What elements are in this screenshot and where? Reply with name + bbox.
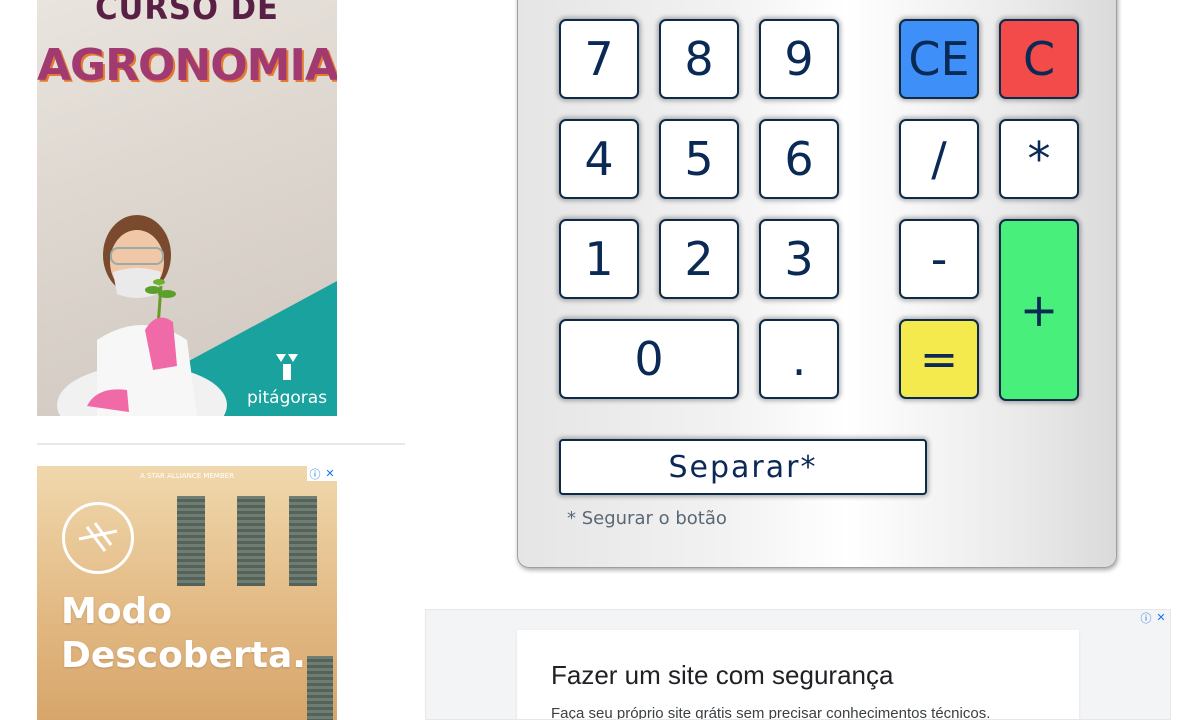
key-2[interactable]: 2 xyxy=(659,219,739,299)
multiply-button[interactable]: * xyxy=(999,119,1079,199)
close-icon[interactable]: ✕ xyxy=(325,467,334,480)
separate-button[interactable]: Separar* xyxy=(559,439,927,495)
slogan-line1: Modo xyxy=(61,591,173,632)
key-5[interactable]: 5 xyxy=(659,119,739,199)
bottom-ad[interactable]: ⓘ ✕ Fazer um site com segurança Faça seu… xyxy=(425,609,1171,720)
clear-entry-button[interactable]: CE xyxy=(899,19,979,99)
bottom-ad-controls[interactable]: ⓘ ✕ xyxy=(1138,610,1168,625)
minus-button[interactable]: - xyxy=(899,219,979,299)
airline-logo xyxy=(62,502,134,574)
ad-headline-line1: CURSO DE xyxy=(95,0,279,28)
ad-title[interactable]: Fazer um site com segurança xyxy=(551,660,893,691)
info-icon[interactable]: ⓘ xyxy=(1140,610,1151,626)
slogan-line2: Descoberta. xyxy=(61,635,306,676)
window-shutter xyxy=(177,496,205,586)
calculator-panel: 7 8 9 CE C 4 5 6 / * 1 2 3 - + 0 . = Sep… xyxy=(517,0,1117,568)
ad-card[interactable]: Fazer um site com segurança Faça seu pró… xyxy=(517,630,1079,720)
close-icon[interactable]: ✕ xyxy=(1156,611,1165,624)
key-8[interactable]: 8 xyxy=(659,19,739,99)
window-shutter xyxy=(289,496,317,586)
ad-headline-line2: AGRONOMIA xyxy=(37,40,337,91)
key-9[interactable]: 9 xyxy=(759,19,839,99)
pitagoras-mark-icon xyxy=(276,354,298,380)
ad-slogan: Modo Descoberta. xyxy=(61,590,306,678)
key-6[interactable]: 6 xyxy=(759,119,839,199)
key-3[interactable]: 3 xyxy=(759,219,839,299)
window-shutter xyxy=(307,656,333,720)
equals-button[interactable]: = xyxy=(899,319,979,399)
plus-button[interactable]: + xyxy=(999,219,1079,401)
clear-button[interactable]: C xyxy=(999,19,1079,99)
decimal-button[interactable]: . xyxy=(759,319,839,399)
separate-hint: * Segurar o botão xyxy=(567,508,727,529)
ad-description: Faça seu próprio site grátis sem precisa… xyxy=(551,705,991,720)
brand-name: pitágoras xyxy=(247,388,328,408)
window-shutter xyxy=(237,496,265,586)
agronomia-ad[interactable]: CURSO DE AGRONOMIA pitágoras xyxy=(37,0,337,416)
ad-controls[interactable]: ⓘ ✕ xyxy=(307,466,337,481)
pitagoras-logo: pitágoras xyxy=(247,352,327,408)
divide-button[interactable]: / xyxy=(899,119,979,199)
alliance-text: A STAR ALLIANCE MEMBER xyxy=(140,472,234,480)
sidebar-divider xyxy=(37,443,405,445)
info-icon[interactable]: ⓘ xyxy=(309,466,320,482)
travel-ad[interactable]: A STAR ALLIANCE MEMBER Modo Descoberta. … xyxy=(37,466,337,720)
key-7[interactable]: 7 xyxy=(559,19,639,99)
key-1[interactable]: 1 xyxy=(559,219,639,299)
key-4[interactable]: 4 xyxy=(559,119,639,199)
key-0[interactable]: 0 xyxy=(559,319,739,399)
scientist-illustration xyxy=(57,215,227,416)
